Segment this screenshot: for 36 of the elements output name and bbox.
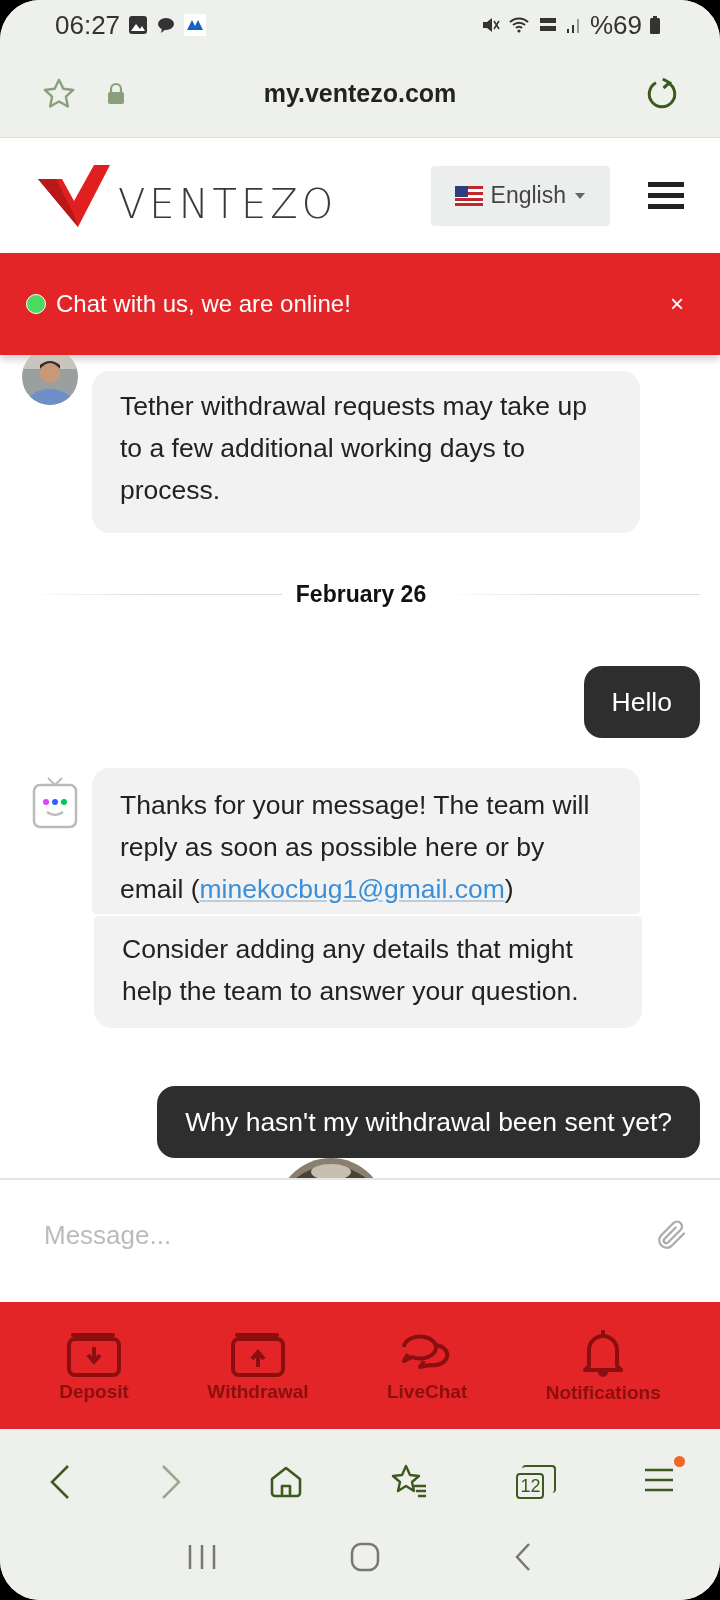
user-message: Hello — [583, 666, 700, 738]
home-button-icon[interactable] — [350, 1542, 380, 1572]
wifi-icon — [507, 15, 530, 35]
date-divider: February 26 — [295, 581, 427, 608]
bell-icon — [581, 1327, 626, 1378]
user-message: Why hasn't my withdrawal been sent yet? — [157, 1086, 700, 1158]
online-dot-icon — [26, 294, 46, 314]
chat-bubble-icon — [156, 15, 177, 35]
gallery-icon — [128, 15, 149, 35]
home-icon[interactable] — [269, 1464, 304, 1499]
agent-message: Tether withdrawal requests may take up to a few additional working days to process. — [92, 371, 640, 533]
bot-message: Thanks for your message! The team will reply as soon as possible here or by email (minekocbug1@gmail.com) — [92, 768, 640, 914]
back-icon[interactable] — [48, 1463, 72, 1500]
battery-icon — [650, 16, 660, 34]
notification-dot-icon — [673, 1455, 685, 1467]
nav-tab[interactable]: Withdrawal — [201, 1327, 315, 1404]
nav-tab[interactable]: Deposit — [53, 1327, 135, 1404]
message-field[interactable]: Message... — [42, 1218, 654, 1252]
battery-percent: %69 — [589, 9, 642, 41]
caret-icon — [574, 191, 586, 200]
bot-icon — [32, 776, 78, 830]
brand-name: VENTEZO — [118, 180, 338, 227]
menu-icon[interactable] — [648, 180, 684, 211]
nav-tab[interactable]: LiveChat — [381, 1327, 474, 1404]
bot-message: Consider adding any details that might help the team to answer your question. — [94, 916, 642, 1028]
nav-tab[interactable]: Notifications — [539, 1326, 667, 1405]
email-link[interactable]: minekocbug1@gmail.com — [199, 874, 505, 904]
banner-text: Chat with us, we are online! — [56, 290, 352, 318]
logo-icon — [38, 164, 110, 227]
flag-icon — [454, 185, 483, 206]
recents-icon[interactable] — [186, 1544, 217, 1570]
close-button[interactable]: × — [660, 290, 694, 318]
language-dropdown[interactable]: English — [430, 165, 610, 226]
status-time: 06:27 — [55, 9, 121, 41]
lock-icon — [106, 81, 126, 106]
app-notification-icon — [184, 14, 207, 36]
